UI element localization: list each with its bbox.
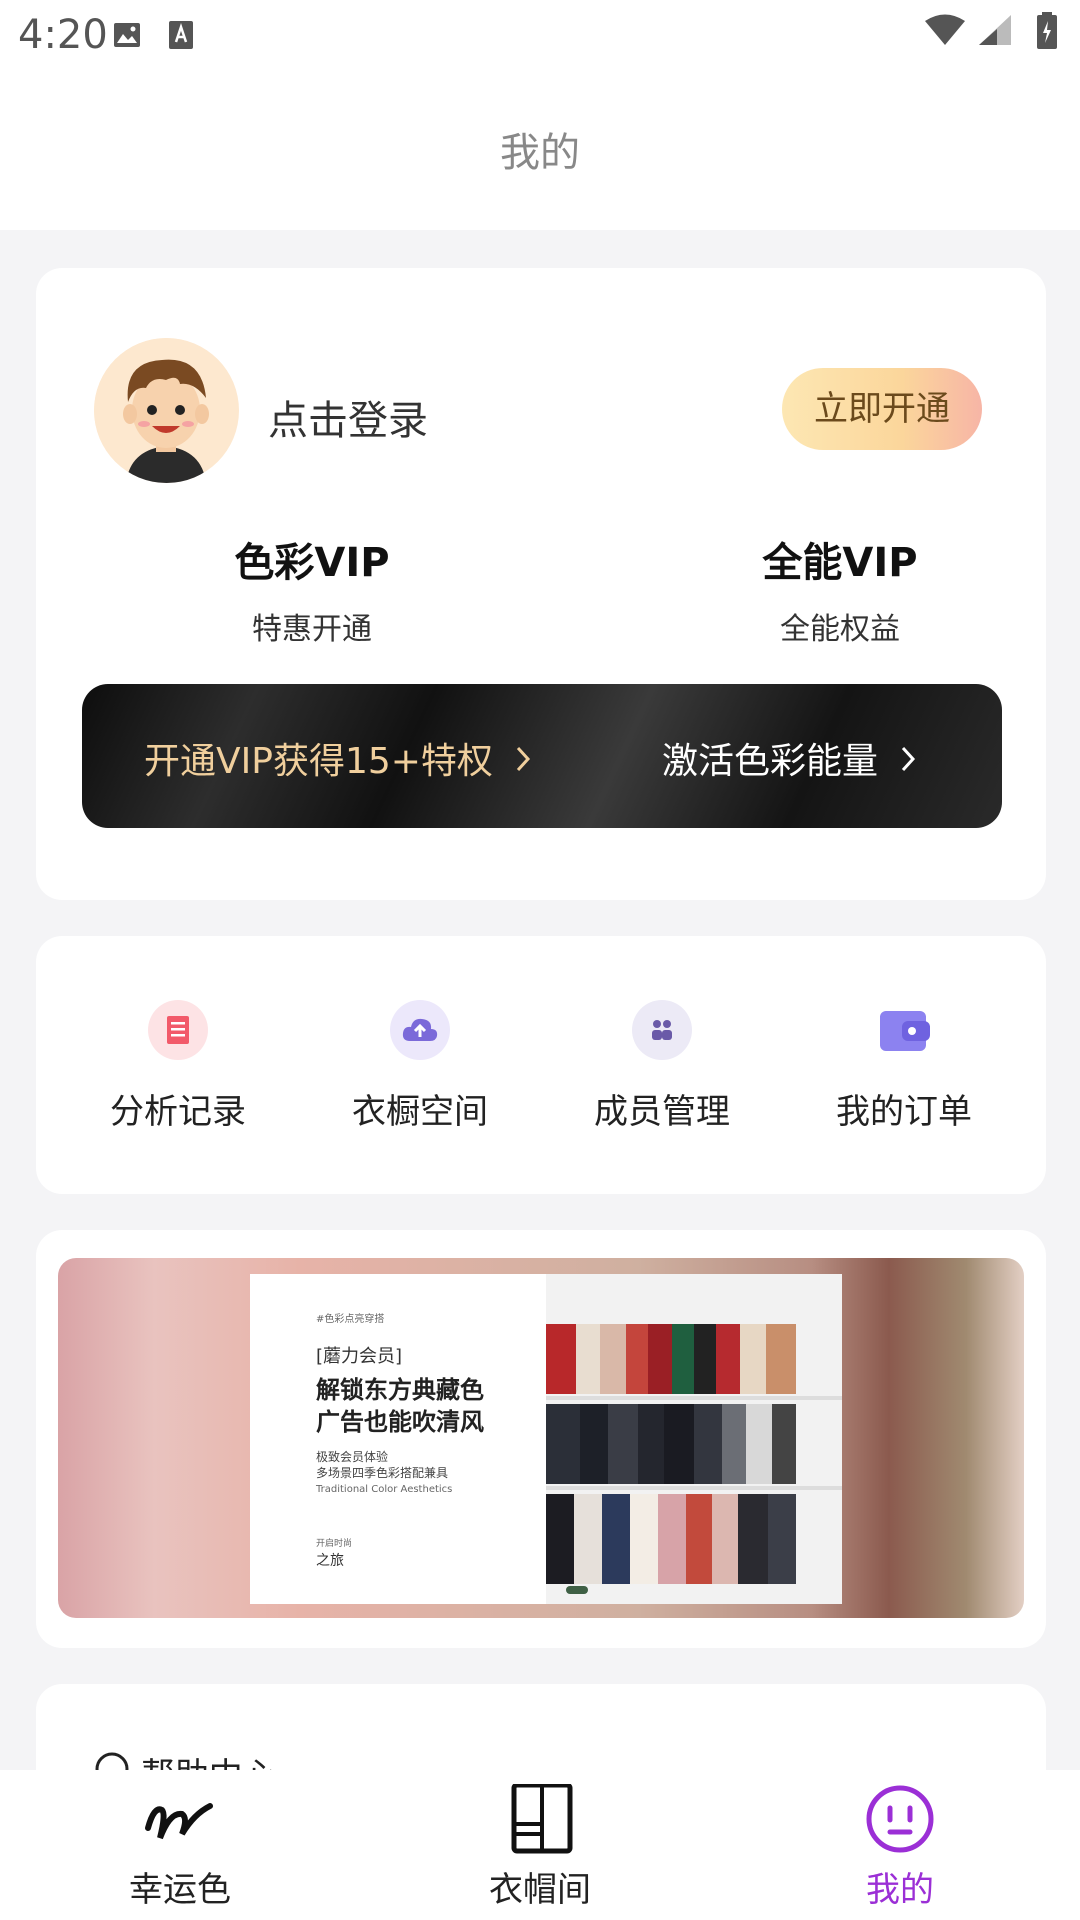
ad-text-panel: #色彩点亮穿搭 [蘑力会员] 解锁东方典藏色 广告也能吹清风 极致会员体验 多场… [250, 1274, 546, 1604]
nav-wardrobe-label: 衣帽间 [489, 1870, 591, 1910]
wardrobe-icon [500, 1782, 580, 1858]
screen: 4:20 我的 点击登录 立即开通 色彩VIP 特惠开通 全能VIP 全能权益 … [0, 0, 1080, 1920]
wardrobe-space-label: 衣橱空间 [352, 1092, 488, 1132]
ad-carousel[interactable]: #色彩点亮穿搭 [蘑力会员] 解锁东方典藏色 广告也能吹清风 极致会员体验 多场… [58, 1258, 1024, 1618]
all-vip-title: 全能VIP [762, 540, 918, 586]
cellular-signal-icon [978, 14, 1012, 50]
analysis-records-button[interactable]: 分析记录 [78, 1000, 278, 1133]
page-title: 我的 [500, 130, 580, 176]
ad-line-6: Traditional Color Aesthetics [316, 1484, 453, 1495]
smiley-face-icon [860, 1785, 940, 1858]
avatar[interactable] [94, 338, 239, 483]
wardrobe-space-button[interactable]: 衣橱空间 [320, 1000, 520, 1133]
nav-wardrobe[interactable]: 衣帽间 [440, 1782, 640, 1911]
nav-lucky-color[interactable]: 幸运色 [80, 1784, 280, 1911]
ad-tag: #色彩点亮穿搭 [316, 1314, 385, 1325]
activate-color-energy-label: 激活色彩能量 [662, 741, 879, 782]
nav-mine-label: 我的 [866, 1870, 934, 1910]
ad-line-1: [蘑力会员] [316, 1346, 403, 1367]
all-vip-option[interactable]: 全能VIP 全能权益 [690, 530, 990, 648]
carousel-indicator[interactable] [566, 1586, 588, 1594]
text-notification-icon [168, 20, 194, 54]
ad-line-7: 开启时尚 [316, 1539, 353, 1549]
nav-lucky-color-label: 幸运色 [129, 1870, 231, 1910]
color-vip-option[interactable]: 色彩VIP 特惠开通 [162, 530, 462, 648]
ad-line-4: 极致会员体验 [316, 1450, 389, 1464]
ad-line-3: 广告也能吹清风 [316, 1408, 484, 1436]
my-orders-label: 我的订单 [836, 1092, 972, 1132]
image-notification-icon [112, 20, 142, 54]
member-management-button[interactable]: 成员管理 [562, 1000, 762, 1133]
open-vip-button[interactable]: 立即开通 [782, 368, 982, 450]
activate-color-energy-link[interactable]: 激活色彩能量 [662, 732, 916, 784]
cloud-upload-icon [390, 1000, 450, 1060]
ad-banner-card: #色彩点亮穿搭 [蘑力会员] 解锁东方典藏色 广告也能吹清风 极致会员体验 多场… [36, 1230, 1046, 1648]
ad-line-2: 解锁东方典藏色 [316, 1376, 484, 1404]
color-vip-title: 色彩VIP [234, 540, 390, 586]
vip-privileges-link[interactable]: 开通VIP获得15+特权 [144, 732, 531, 784]
ad-line-5: 多场景四季色彩搭配兼具 [316, 1466, 449, 1480]
analysis-records-label: 分析记录 [110, 1092, 246, 1132]
wallet-icon [874, 1000, 934, 1060]
profile-card: 点击登录 立即开通 色彩VIP 特惠开通 全能VIP 全能权益 开通VIP获得1… [36, 268, 1046, 900]
nav-mine[interactable]: 我的 [800, 1784, 1000, 1911]
fabric-swatches-image [546, 1274, 842, 1604]
top-area: 4:20 我的 [0, 0, 1080, 230]
chevron-right-icon [900, 741, 916, 782]
vip-privileges-label: 开通VIP获得15+特权 [144, 741, 493, 782]
members-icon [632, 1000, 692, 1060]
member-management-label: 成员管理 [594, 1092, 730, 1132]
wifi-icon [924, 14, 966, 50]
status-time: 4:20 [18, 12, 108, 58]
all-vip-subtitle: 全能权益 [780, 612, 900, 647]
login-link[interactable]: 点击登录 [268, 388, 428, 446]
signature-icon [140, 1803, 220, 1858]
my-orders-button[interactable]: 我的订单 [804, 1000, 1004, 1133]
status-bar: 4:20 [0, 0, 1080, 74]
chevron-right-icon [515, 741, 531, 782]
color-vip-subtitle: 特惠开通 [252, 612, 372, 647]
record-book-icon [148, 1000, 208, 1060]
quick-actions-card: 分析记录 衣橱空间 成员管理 我的订单 [36, 936, 1046, 1194]
bottom-nav: 幸运色 衣帽间 我的 [0, 1770, 1080, 1920]
vip-promo-banner: 开通VIP获得15+特权 激活色彩能量 [82, 684, 1002, 828]
ad-line-8: 之旅 [316, 1553, 344, 1569]
battery-icon [1036, 12, 1058, 54]
